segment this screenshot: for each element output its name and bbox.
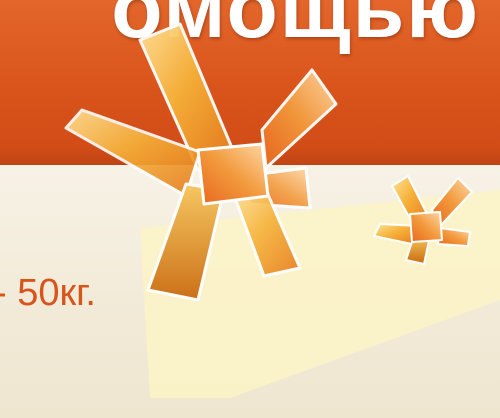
large-star-logo [64,22,338,302]
asterisk-star-icon [64,22,473,302]
small-star-logo [373,175,473,265]
